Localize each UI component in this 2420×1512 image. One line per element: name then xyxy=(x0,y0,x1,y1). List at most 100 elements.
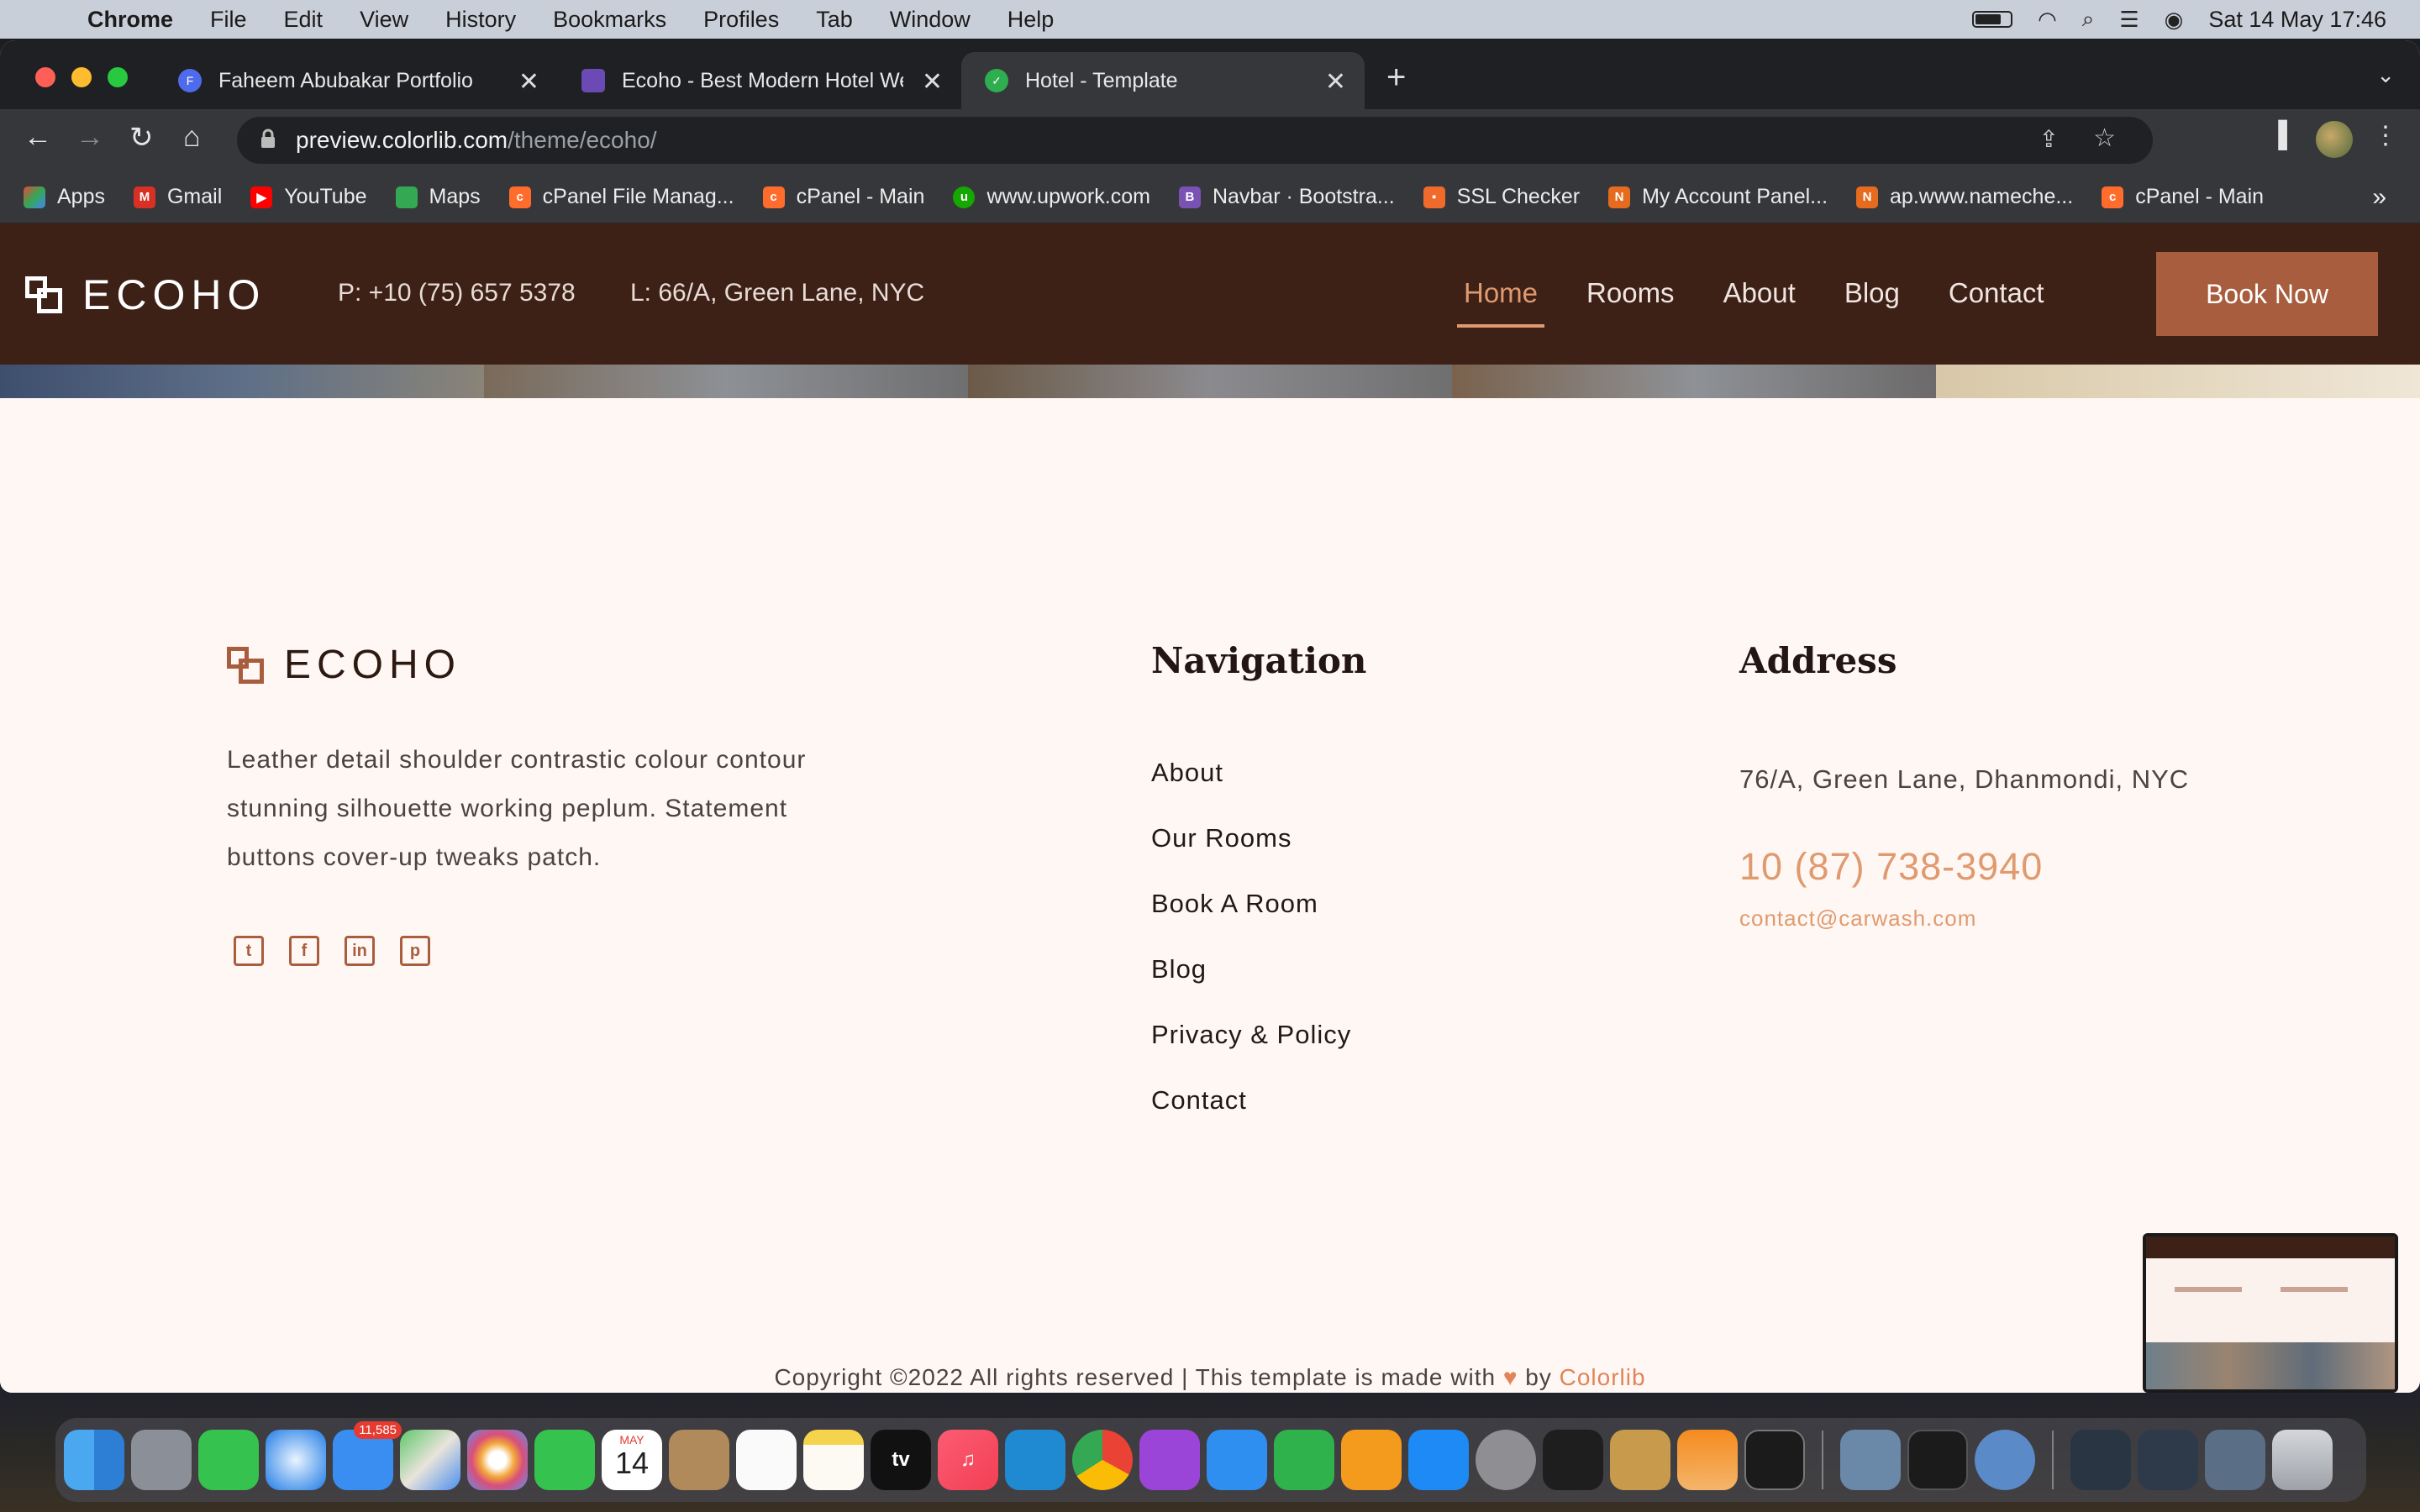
facebook-icon[interactable]: f xyxy=(289,936,319,966)
preview-icon[interactable] xyxy=(1840,1430,1901,1490)
footer-link-about[interactable]: About xyxy=(1151,758,1351,790)
footer-link-contact[interactable]: Contact xyxy=(1151,1085,1351,1117)
back-arrow-icon[interactable]: ← xyxy=(24,121,52,154)
bookmark-namecheap[interactable]: Nap.www.nameche... xyxy=(1856,185,2073,209)
tab-ecoho[interactable]: Ecoho - Best Modern Hotel Website Templa… xyxy=(558,52,961,109)
notes-icon[interactable] xyxy=(803,1430,864,1490)
menu-help[interactable]: Help xyxy=(1007,7,1055,33)
bookmark-cpanel-main[interactable]: c cPanel - Main xyxy=(762,185,924,209)
facetime-icon[interactable] xyxy=(534,1430,595,1490)
bookmark-youtube[interactable]: ▶ YouTube xyxy=(250,185,367,209)
close-window-button[interactable] xyxy=(35,67,55,87)
colorlib-link[interactable]: Colorlib xyxy=(1560,1364,1646,1390)
bookmark-maps[interactable]: Maps xyxy=(395,185,481,209)
minimize-window-button[interactable] xyxy=(71,67,92,87)
menubar-clock[interactable]: Sat 14 May 17:46 xyxy=(2208,7,2386,33)
recent-window-icon[interactable] xyxy=(2070,1430,2131,1490)
bookmark-gmail[interactable]: M Gmail xyxy=(133,185,222,209)
footer-logo[interactable]: ECOHO xyxy=(227,642,461,688)
header-phone[interactable]: P: +10 (75) 657 5378 xyxy=(338,279,576,307)
nav-blog[interactable]: Blog xyxy=(1844,277,1900,309)
tab-search-chevron-icon[interactable]: ⌄ xyxy=(2376,62,2395,88)
archive-utility-icon[interactable] xyxy=(1610,1430,1670,1490)
bookmark-upwork[interactable]: u www.upwork.com xyxy=(953,185,1150,209)
terminal-icon[interactable] xyxy=(1744,1430,1805,1490)
footer-link-book-a-room[interactable]: Book A Room xyxy=(1151,889,1351,921)
nav-rooms[interactable]: Rooms xyxy=(1586,277,1675,309)
bookmark-ssl-checker[interactable]: ▪ SSL Checker xyxy=(1423,185,1580,209)
bookmark-apps[interactable]: Apps xyxy=(24,185,105,209)
menu-window[interactable]: Window xyxy=(890,7,971,33)
menu-view[interactable]: View xyxy=(360,7,408,33)
podcasts-icon[interactable] xyxy=(1139,1430,1200,1490)
quicktime-icon[interactable] xyxy=(1975,1430,2035,1490)
vscode-icon[interactable] xyxy=(1005,1430,1065,1490)
menu-history[interactable]: History xyxy=(445,7,516,33)
contacts-icon[interactable] xyxy=(669,1430,729,1490)
nav-contact[interactable]: Contact xyxy=(1949,277,2044,309)
bookmark-cpanel-main-2[interactable]: c cPanel - Main xyxy=(2102,185,2264,209)
new-tab-button[interactable]: + xyxy=(1386,59,1406,97)
nav-about[interactable]: About xyxy=(1723,277,1796,309)
site-logo[interactable]: ECOHO xyxy=(25,270,266,319)
launchpad-icon[interactable] xyxy=(131,1430,192,1490)
tab-portfolio[interactable]: F Faheem Abubakar Portfolio ✕ xyxy=(155,52,558,109)
menu-tab[interactable]: Tab xyxy=(816,7,853,33)
control-center-icon[interactable]: ☰ xyxy=(2119,7,2139,33)
wifi-icon[interactable]: ◠ xyxy=(2038,7,2057,33)
trash-icon[interactable] xyxy=(2272,1430,2333,1490)
more-menu-icon[interactable]: ⋮ xyxy=(2373,121,2398,150)
menu-bookmarks[interactable]: Bookmarks xyxy=(553,7,666,33)
book-now-button[interactable]: Book Now xyxy=(2156,252,2378,336)
system-preferences-icon[interactable] xyxy=(1476,1430,1536,1490)
photos-icon[interactable] xyxy=(467,1430,528,1490)
footer-email[interactable]: contact@carwash.com xyxy=(1739,906,1976,932)
side-panel-icon[interactable]: ▐ xyxy=(2270,121,2287,150)
vlc-icon[interactable] xyxy=(1677,1430,1738,1490)
bookmark-my-account-panel[interactable]: N My Account Panel... xyxy=(1608,185,1828,209)
close-tab-icon[interactable]: ✕ xyxy=(922,67,943,97)
menu-app-name[interactable]: Chrome xyxy=(87,7,173,33)
spotlight-search-icon[interactable]: ⌕ xyxy=(2082,6,2095,33)
battery-icon[interactable] xyxy=(1972,11,2013,28)
profile-avatar[interactable] xyxy=(2316,121,2353,158)
recent-window-icon[interactable] xyxy=(2205,1430,2265,1490)
messages-icon[interactable] xyxy=(198,1430,259,1490)
pinterest-icon[interactable]: p xyxy=(400,936,430,966)
nav-home[interactable]: Home xyxy=(1456,277,1545,328)
footer-link-privacy-policy[interactable]: Privacy & Policy xyxy=(1151,1020,1351,1052)
reload-icon[interactable]: ↻ xyxy=(129,121,154,155)
share-icon[interactable]: ⇪ xyxy=(2039,125,2059,153)
bookmark-cpanel-file-manager[interactable]: c cPanel File Manag... xyxy=(508,185,734,209)
maps-icon[interactable] xyxy=(400,1430,460,1490)
footer-phone[interactable]: 10 (87) 738-3940 xyxy=(1739,845,2043,889)
numbers-icon[interactable] xyxy=(1274,1430,1334,1490)
more-bookmarks-chevron-icon[interactable]: » xyxy=(2372,183,2386,212)
keynote-icon[interactable] xyxy=(1207,1430,1267,1490)
close-tab-icon[interactable]: ✕ xyxy=(518,67,539,97)
bookmark-star-icon[interactable]: ☆ xyxy=(2093,123,2116,153)
zoom-window-button[interactable] xyxy=(108,67,128,87)
activity-monitor-icon[interactable] xyxy=(1907,1430,1968,1490)
menu-file[interactable]: File xyxy=(210,7,247,33)
address-bar[interactable]: preview.colorlib.com/theme/ecoho/ ⇪ ☆ xyxy=(237,117,2153,164)
menu-edit[interactable]: Edit xyxy=(284,7,324,33)
linkedin-icon[interactable]: in xyxy=(345,936,375,966)
siri-icon[interactable]: ◉ xyxy=(2165,7,2184,33)
footer-link-blog[interactable]: Blog xyxy=(1151,954,1351,986)
figma-icon[interactable] xyxy=(1543,1430,1603,1490)
forward-arrow-icon[interactable]: → xyxy=(76,121,104,154)
menu-profiles[interactable]: Profiles xyxy=(703,7,779,33)
twitter-icon[interactable]: t xyxy=(234,936,264,966)
screenshot-thumbnail[interactable] xyxy=(2143,1233,2398,1393)
pages-icon[interactable] xyxy=(1341,1430,1402,1490)
home-icon[interactable]: ⌂ xyxy=(183,121,201,154)
chrome-icon[interactable] xyxy=(1072,1430,1133,1490)
recent-window-icon[interactable] xyxy=(2138,1430,2198,1490)
tab-hotel-template[interactable]: ✓ Hotel - Template ✕ xyxy=(961,52,1365,109)
safari-icon[interactable] xyxy=(266,1430,326,1490)
bookmark-navbar-bootstrap[interactable]: B Navbar · Bootstra... xyxy=(1178,185,1395,209)
reminders-icon[interactable] xyxy=(736,1430,797,1490)
app-store-icon[interactable] xyxy=(1408,1430,1469,1490)
music-icon[interactable]: ♫ xyxy=(938,1430,998,1490)
